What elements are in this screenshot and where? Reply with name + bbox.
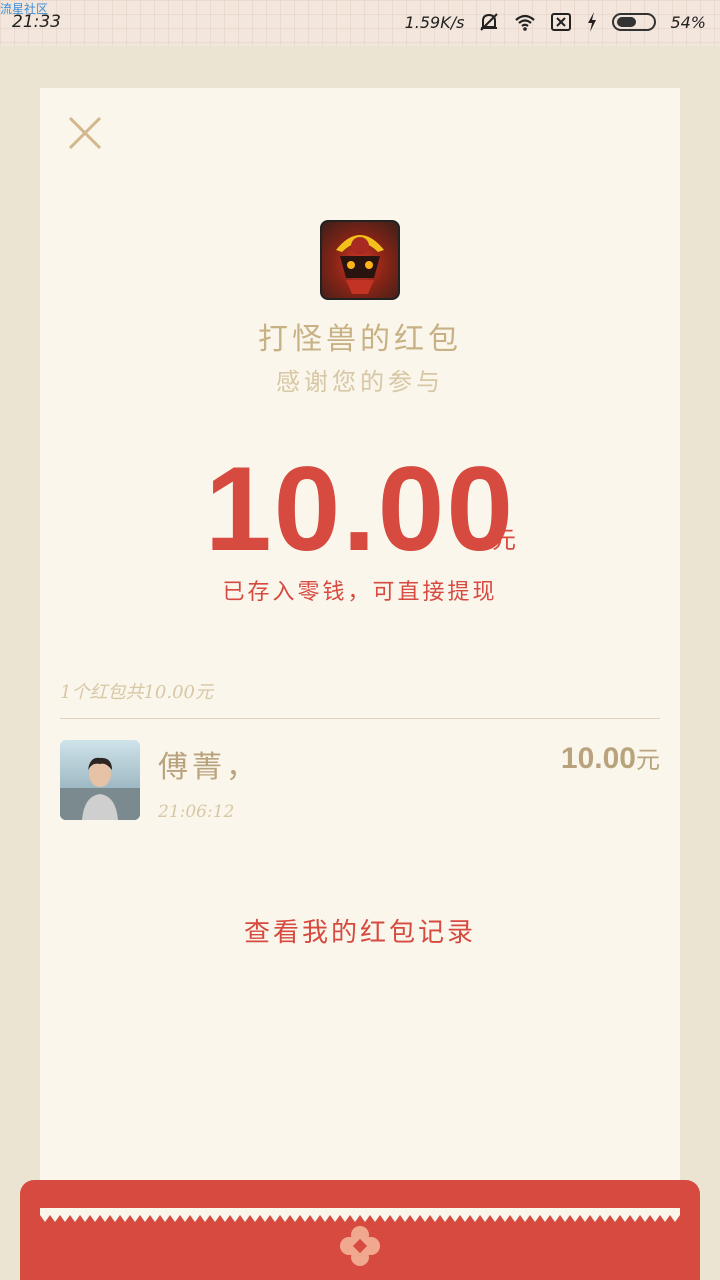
divider — [60, 718, 660, 719]
charging-icon — [586, 11, 598, 33]
zigzag-edge — [40, 1208, 680, 1222]
recipient-amount: 10.00 — [560, 742, 636, 775]
network-speed: 1.59K/s — [404, 12, 465, 32]
deposit-note: 已存入零钱，可直接提现 — [222, 580, 498, 605]
amount-unit: 元 — [492, 526, 516, 554]
sender-title: 打怪兽的红包 — [258, 322, 462, 357]
recipient-row[interactable]: 傅菁， 21:06:12 10.00元 — [60, 740, 660, 830]
sender-avatar — [320, 220, 400, 300]
received-amount: 10.00 — [204, 442, 516, 576]
sim-x-icon — [550, 11, 572, 33]
close-icon[interactable] — [66, 114, 106, 154]
watermark: 流星社区 — [0, 2, 49, 16]
recipient-amount-unit: 元 — [636, 746, 660, 774]
view-history-link[interactable]: 查看我的红包记录 — [0, 912, 720, 949]
mute-bell-icon — [478, 11, 500, 33]
battery-percent: 54% — [670, 12, 706, 32]
recipient-avatar — [60, 740, 140, 820]
envelope-summary: 1个红包共10.00元 — [60, 682, 213, 703]
recipient-name: 傅菁， — [158, 750, 260, 785]
battery-icon — [612, 13, 657, 31]
recipient-time: 21:06:12 — [158, 802, 235, 822]
status-bar: 21:33 1.59K/s 54% — [0, 0, 720, 46]
wifi-icon — [514, 11, 536, 33]
envelope-subtitle: 感谢您的参与 — [276, 368, 444, 396]
flower-emblem-icon — [338, 1224, 382, 1268]
